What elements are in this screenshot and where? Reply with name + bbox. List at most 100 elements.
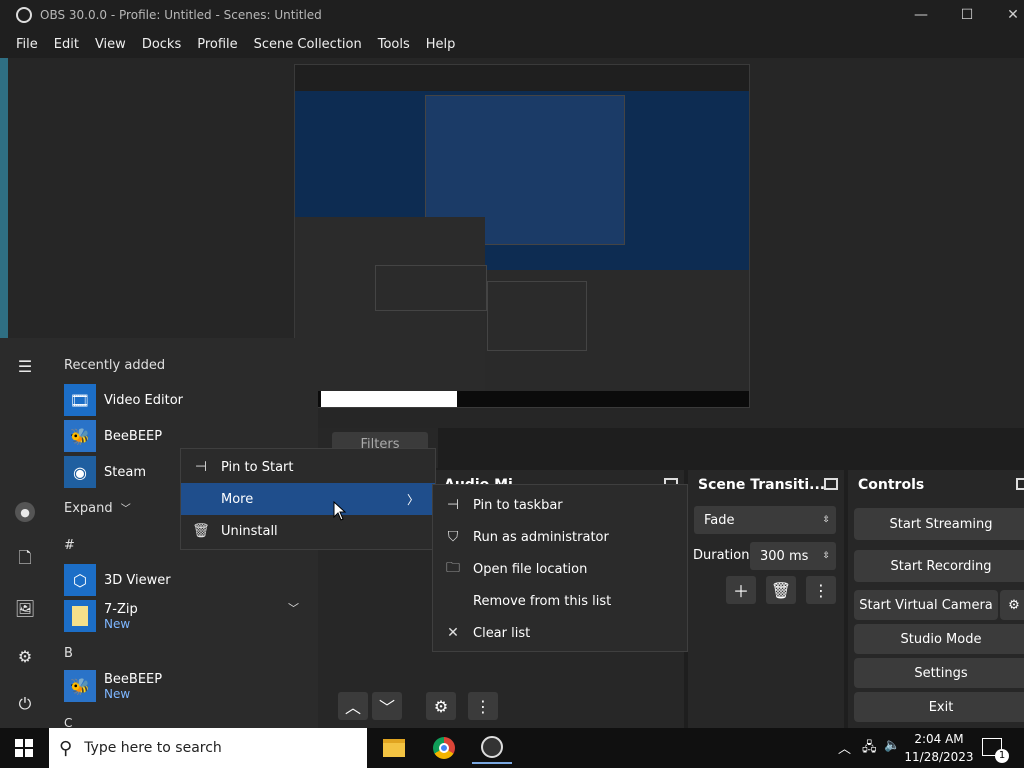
app-label: Steam [104, 464, 146, 480]
taskbar-search-box[interactable]: ⚲ Type here to search [49, 728, 367, 768]
menu-profile[interactable]: Profile [197, 37, 237, 52]
app-label: BeeBEEP [104, 428, 163, 444]
chrome-icon [433, 737, 455, 759]
menu-scene-collection[interactable]: Scene Collection [254, 37, 362, 52]
cube-icon: ⬡ [64, 564, 96, 596]
open-file-location-item[interactable]: 🗀 Open file location [433, 553, 687, 585]
menu-docks[interactable]: Docks [142, 37, 181, 52]
recently-added-heading: Recently added [64, 358, 166, 373]
preview-mirror-titlebar [295, 65, 749, 79]
minimize-button[interactable]: — [898, 0, 944, 30]
app-beebeep[interactable]: 🐝 BeeBEEP [64, 418, 162, 454]
start-streaming-button[interactable]: Start Streaming [854, 508, 1024, 540]
notification-icon[interactable]: 1 [982, 738, 1009, 763]
mouse-cursor-icon [333, 501, 347, 521]
windows-logo-icon [15, 739, 33, 757]
float-icon[interactable] [824, 478, 838, 490]
settings-button[interactable]: Settings [854, 658, 1024, 688]
chrome-button[interactable] [424, 732, 464, 764]
menu-file[interactable]: File [16, 37, 38, 52]
transition-select[interactable]: Fade ⇳ [694, 506, 836, 534]
preview-canvas[interactable] [294, 64, 750, 408]
power-icon[interactable]: ⏻ [15, 694, 35, 714]
item-label: Open file location [473, 561, 588, 577]
windows-start-button[interactable] [0, 728, 48, 768]
app-beebeep-b[interactable]: 🐝 BeeBEEP New [64, 668, 162, 704]
network-icon[interactable]: 🖧 [862, 738, 877, 760]
clear-list-item[interactable]: ✕ Clear list [433, 617, 687, 649]
beebeep-icon: 🐝 [64, 420, 96, 452]
clock-time: 2:04 AM [914, 732, 964, 746]
menu-view[interactable]: View [95, 37, 126, 52]
chevron-down-icon: ﹀ [120, 504, 131, 515]
chevron-up-icon[interactable]: ︿ [838, 738, 851, 757]
video-editor-icon: 🎞 [64, 384, 96, 416]
pin-icon: ⊣ [194, 459, 208, 475]
start-recording-button[interactable]: Start Recording [854, 550, 1024, 582]
expand-label: Expand [64, 501, 113, 516]
menu-tools[interactable]: Tools [378, 37, 410, 52]
close-icon: ✕ [447, 625, 459, 641]
chevron-down-icon[interactable]: ﹀ [288, 600, 299, 616]
preview-mirror-searchbox [321, 391, 457, 407]
item-label: Pin to taskbar [473, 497, 563, 513]
gear-icon[interactable]: ⚙ [1000, 590, 1024, 620]
close-button[interactable]: ✕ [990, 0, 1024, 30]
item-label: Pin to Start [221, 459, 294, 475]
maximize-button[interactable]: ☐ [944, 0, 990, 30]
pin-to-start-item[interactable]: ⊣ Pin to Start [181, 451, 435, 483]
steam-icon: ◉ [64, 456, 96, 488]
run-as-admin-item[interactable]: ⛉ Run as administrator [433, 521, 687, 553]
clock[interactable]: 2:04 AM 11/28/2023 [904, 730, 974, 766]
expand-button[interactable]: Expand ﹀ [64, 500, 131, 516]
start-virtual-camera-button[interactable]: Start Virtual Camera [854, 590, 998, 620]
pin-to-taskbar-item[interactable]: ⊣ Pin to taskbar [433, 489, 687, 521]
move-down-button[interactable]: ﹀ [372, 692, 402, 720]
app-steam[interactable]: ◉ Steam [64, 454, 146, 490]
preview-mirror-submenu [487, 281, 587, 351]
app-7zip[interactable]: 7-Zip New [64, 598, 138, 634]
folder-icon: 🗀 [446, 560, 460, 576]
menu-help[interactable]: Help [426, 37, 456, 52]
menu-edit[interactable]: Edit [54, 37, 79, 52]
trash-icon[interactable]: 🗑 [766, 576, 796, 604]
shield-icon: ⛉ [447, 529, 459, 545]
pictures-icon[interactable]: 🖼 [15, 598, 35, 618]
app-video-editor[interactable]: 🎞 Video Editor [64, 382, 183, 418]
more-item[interactable]: More 〉 [181, 483, 435, 515]
exit-button[interactable]: Exit [854, 692, 1024, 722]
search-icon: ⚲ [59, 737, 73, 759]
add-transition-button[interactable]: ＋ [726, 576, 756, 604]
clock-date: 11/28/2023 [904, 750, 974, 764]
more-submenu: ⊣ Pin to taskbar ⛉ Run as administrator … [432, 484, 688, 652]
start-rail: ☰ ● 🗋 🖼 ⚙ ⏻ [0, 338, 50, 728]
item-label: Uninstall [221, 523, 278, 539]
section-b: B [64, 646, 73, 661]
remove-from-list-item[interactable]: Remove from this list [433, 585, 687, 617]
volume-icon[interactable]: 🔈 [884, 738, 900, 753]
documents-icon[interactable]: 🗋 [15, 548, 35, 570]
obs-taskbar-button[interactable] [472, 732, 512, 764]
item-label: Remove from this list [473, 593, 612, 609]
more-options-icon[interactable]: ⋮ [468, 692, 498, 720]
duration-field[interactable]: 300 ms ⇳ [750, 542, 836, 570]
move-up-button[interactable]: ︿ [338, 692, 368, 720]
settings-icon[interactable]: ⚙ [15, 646, 35, 666]
app-label: 3D Viewer [104, 572, 171, 588]
preview-mirror-menubar [295, 79, 749, 91]
gear-icon[interactable]: ⚙ [426, 692, 456, 720]
preview-mirror-contextmenu [375, 265, 487, 311]
more-options-icon[interactable]: ⋮ [806, 576, 836, 604]
uninstall-item[interactable]: 🗑 Uninstall [181, 515, 435, 547]
beebeep-icon: 🐝 [64, 670, 96, 702]
section-hash: # [64, 538, 75, 553]
studio-mode-button[interactable]: Studio Mode [854, 624, 1024, 654]
float-icon[interactable] [1016, 478, 1024, 490]
controls-dock: Controls Start Streaming Start Recording… [848, 470, 1024, 728]
file-explorer-button[interactable] [374, 732, 414, 764]
folder-icon [383, 739, 405, 757]
window-title: OBS 30.0.0 - Profile: Untitled - Scenes:… [40, 8, 322, 22]
app-3d-viewer[interactable]: ⬡ 3D Viewer [64, 562, 171, 598]
hamburger-icon[interactable]: ☰ [15, 356, 35, 376]
user-avatar-icon[interactable]: ● [15, 502, 35, 522]
